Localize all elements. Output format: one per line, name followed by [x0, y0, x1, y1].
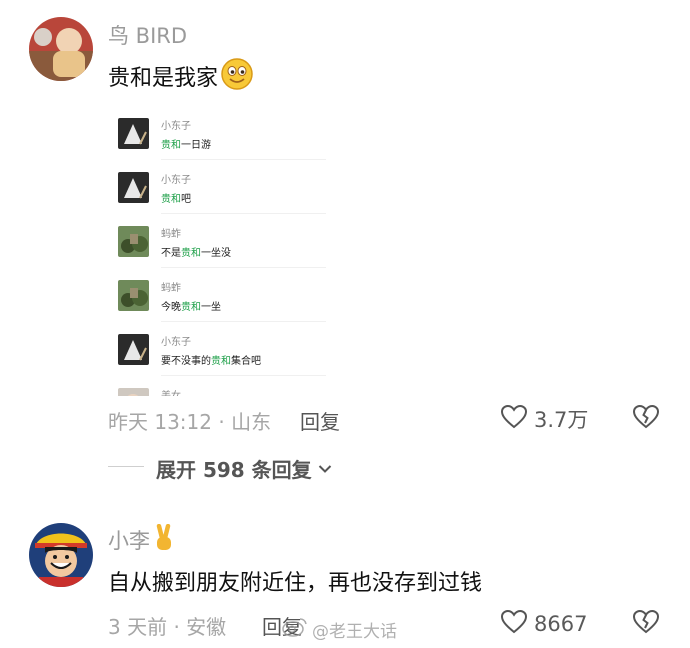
comment-text: 自从搬到朋友附近住，再也没存到过钱	[108, 571, 483, 596]
victory-hand-icon	[152, 523, 176, 556]
divider	[108, 466, 144, 467]
chat-item: 美女	[108, 376, 326, 396]
reply-button[interactable]: 回复	[300, 406, 340, 435]
chat-name: 小东子	[161, 337, 191, 348]
watermark-text: @老王大话	[312, 621, 397, 642]
chat-name: 小东子	[161, 175, 191, 186]
chat-screenshot-image[interactable]: 小东子 贵和一日游 小东子 贵和吧 蚂蚱 不是贵和一坐没 蚂蚱 今晚贵和一坐 小…	[108, 106, 326, 396]
like-count: 3.7万	[534, 408, 589, 432]
chat-avatar	[118, 172, 149, 203]
chat-item: 小东子 贵和吧	[108, 160, 326, 214]
comment-text: 贵和是我家	[108, 66, 219, 91]
chat-item: 蚂蚱 不是贵和一坐没	[108, 214, 326, 268]
chat-message: 贵和吧	[161, 194, 191, 205]
chat-name: 蚂蚱	[161, 229, 181, 240]
broken-heart-icon[interactable]	[632, 404, 660, 434]
comment-time-location: 昨天 13:12 · 山东	[108, 410, 272, 434]
avatar-xiaoli[interactable]	[29, 523, 93, 587]
smile-emoji-icon	[220, 57, 254, 95]
username[interactable]: 小李	[108, 525, 150, 555]
chat-avatar	[118, 334, 149, 365]
weibo-icon	[282, 616, 308, 642]
chat-item: 蚂蚱 今晚贵和一坐	[108, 268, 326, 322]
chevron-down-icon	[318, 459, 332, 478]
heart-icon	[500, 404, 528, 434]
comment-time-location: 3 天前 · 安徽	[108, 615, 227, 639]
chat-item: 小东子 要不没事的贵和集合吧	[108, 322, 326, 376]
watermark: @老王大话	[282, 616, 397, 642]
chat-message: 贵和一日游	[161, 140, 211, 151]
heart-icon	[500, 609, 528, 639]
expand-replies-button[interactable]: 展开 598 条回复	[156, 454, 332, 483]
chat-avatar	[118, 388, 149, 396]
chat-item: 小东子 贵和一日游	[108, 106, 326, 160]
username[interactable]: 鸟 BIRD	[108, 20, 187, 50]
expand-replies-label: 展开 598 条回复	[156, 458, 312, 482]
like-count: 8667	[534, 612, 588, 636]
chat-name: 美女	[161, 387, 181, 396]
chat-message: 不是贵和一坐没	[161, 248, 231, 259]
like-button[interactable]: 3.7万	[500, 404, 588, 434]
broken-heart-icon[interactable]	[632, 609, 660, 639]
chat-message: 今晚贵和一坐	[161, 302, 221, 313]
chat-avatar	[118, 118, 149, 149]
chat-name: 小东子	[161, 121, 191, 132]
like-button[interactable]: 8667	[500, 609, 587, 639]
chat-avatar	[118, 226, 149, 257]
chat-avatar	[118, 280, 149, 311]
avatar-bird[interactable]	[29, 17, 93, 81]
chat-name: 蚂蚱	[161, 283, 181, 294]
chat-message: 要不没事的贵和集合吧	[161, 356, 261, 367]
